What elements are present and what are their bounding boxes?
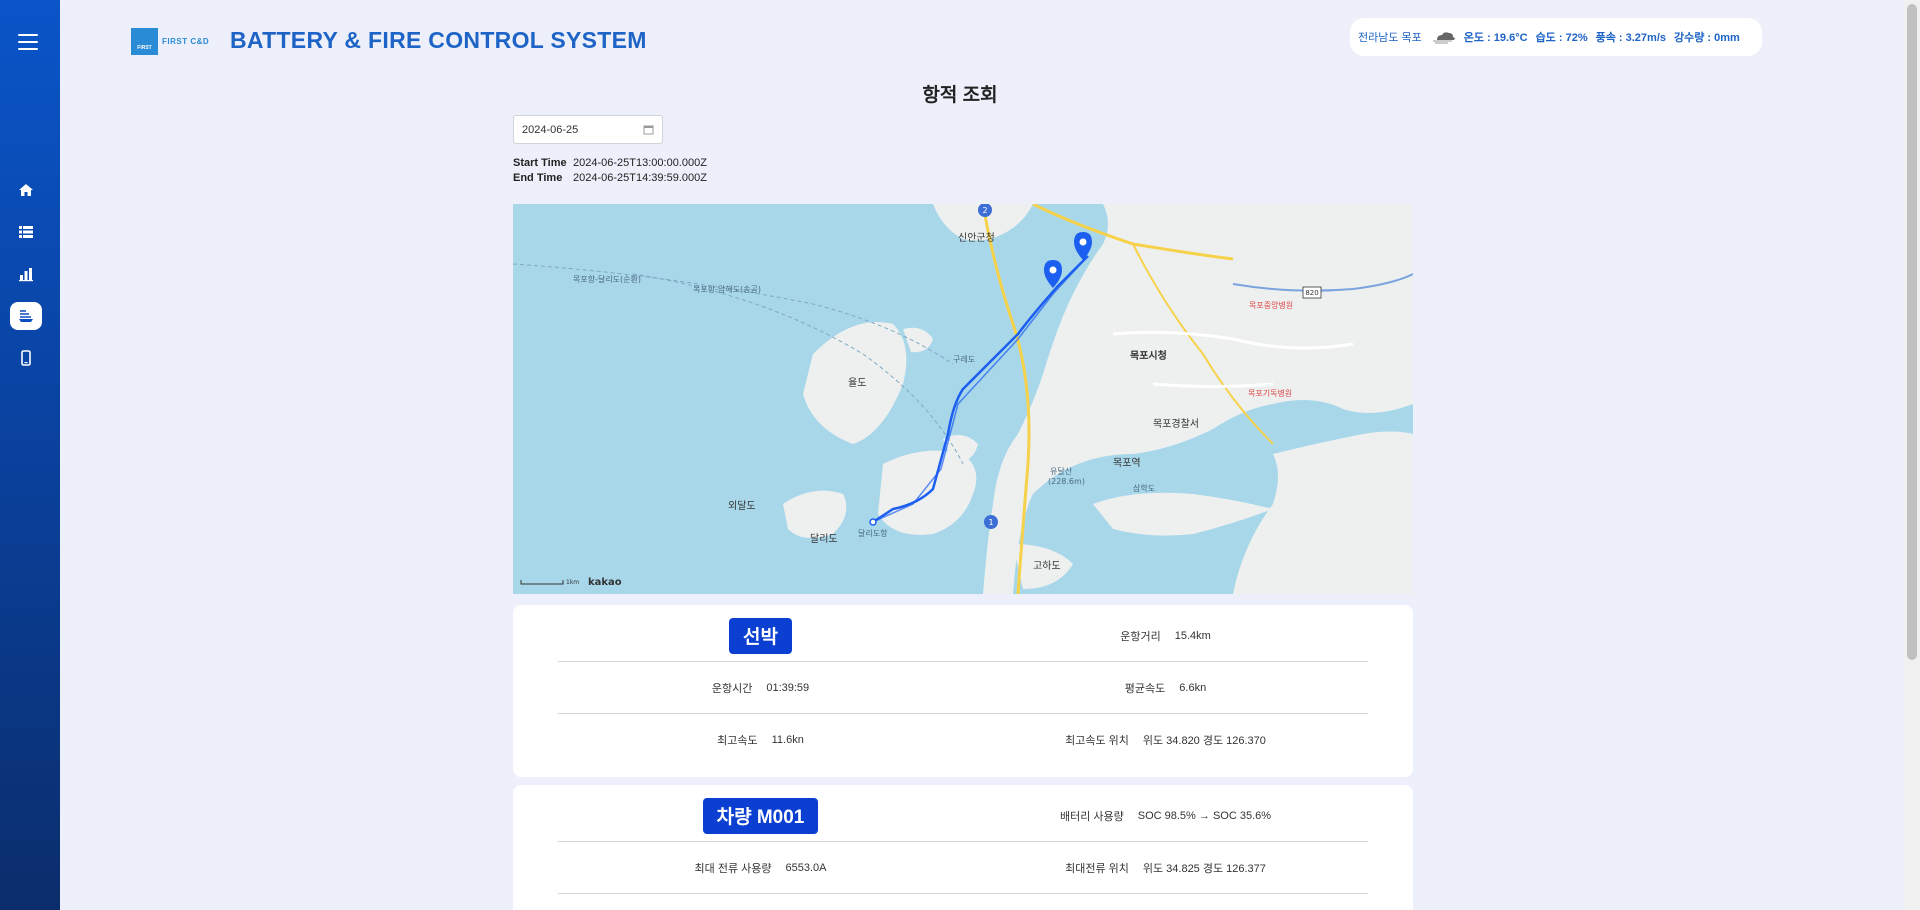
brand-logo: FIRST FIRST C&D [131,28,209,55]
vessel-row-2: 운항시간 01:39:59 평균속도 6.6kn [558,662,1368,714]
mobile-icon[interactable] [10,344,42,372]
map-label-mokpo-police: 목포경찰서 [1153,417,1199,430]
weather-location: 전라남도 목포 [1358,32,1422,44]
vehicle-badge: 차량 M001 [702,797,819,834]
avg-speed-label: 평균속도 [1124,682,1166,695]
time-value: 01:39:59 [766,681,810,694]
end-time-value: 2024-06-25T14:39:59.000Z [573,172,707,184]
map-label-hospital1: 목포중앙병원 [1249,300,1293,310]
vehicle-row-1: 차량 M001 배터리 사용량 SOC 98.5% → SOC 35.6% [558,790,1368,842]
road-badge-1: 1 [988,518,993,527]
page-scrollbar[interactable] [1904,0,1920,910]
time-range: Start Time 2024-06-25T13:00:00.000Z End T… [513,156,707,186]
max-current-pos-label: 최대전류 위치 [1065,862,1129,875]
map-label-route1: 목포항-달리도(순환) [573,274,641,284]
map-label-route2: 목포항-압해도(송공) [693,284,761,294]
weather-precipitation: 강수량 : 0mm [1674,32,1740,44]
route-end-marker[interactable] [869,518,877,526]
map-label-mokpo-station: 목포역 [1113,457,1141,469]
ship-route-icon[interactable] [10,302,42,330]
kakao-logo: kakao [588,577,622,588]
weather-humidity: 습도 : 72% [1535,32,1588,44]
map-label-dalri-port: 달리도항 [858,529,888,538]
road-badge-2: 2 [982,206,987,215]
brand-name: FIRST C&D [162,37,210,46]
weather-wind: 풍속 : 3.27m/s [1595,32,1666,44]
time-label: 운항시간 [711,682,753,695]
weather-panel: 전라남도 목포 온도 : 19.6°C 습도 : 72% 풍속 : 3.27m/… [1350,18,1762,56]
route-start-marker[interactable] [1074,232,1092,260]
page-title: 항적 조회 [922,85,998,106]
scrollbar-thumb[interactable] [1907,4,1917,660]
weather-temperature: 온도 : 19.6°C [1463,32,1528,44]
map-label-mokpo-city: 목포시청 [1130,349,1167,362]
max-current-pos-value: 위도 34.825 경도 126.377 [1142,862,1266,875]
map-scale: 1km [566,579,579,586]
brand-logo-mark: FIRST [131,28,158,55]
start-time-value: 2024-06-25T13:00:00.000Z [573,157,707,169]
menu-icon[interactable] [18,34,38,50]
max-speed-label: 최고속도 [717,735,758,747]
map-label-yudalsan: 유달산 [1050,466,1073,476]
cloud-wind-icon [1432,32,1455,44]
map-label-sinan: 신안군청 [958,232,995,244]
distance-value: 15.4km [1174,629,1211,642]
max-speed-pos-value: 위도 34.820 경도 126.370 [1142,735,1266,747]
max-speed-value: 11.6kn [771,734,804,746]
map-label-samhak: 삼학도 [1133,483,1155,493]
list-icon[interactable] [10,218,42,246]
max-current-value: 6553.0A [785,861,827,874]
map-label-hospital2: 목포기독병원 [1248,389,1292,398]
distance-label: 운항거리 [1120,630,1161,643]
battery-value: SOC 98.5% → SOC 35.6% [1137,809,1272,822]
map-label-gureung: 구레도 [953,355,975,364]
vessel-badge: 선박 [729,617,792,654]
calendar-icon[interactable] [643,124,654,135]
vehicle-row-2: 최대 전류 사용량 6553.0A 최대전류 위치 위도 34.825 경도 126… [558,842,1368,894]
home-icon[interactable] [10,176,42,204]
max-speed-pos-label: 최고속도 위치 [1065,735,1129,747]
vessel-card: 선박 운항거리 15.4km 운항시간 01:39:59 평균속도 6.6kn 최고속… [513,605,1413,777]
vessel-row-1: 선박 운항거리 15.4km [558,610,1368,662]
map-label-goha: 고하도 [1033,559,1061,572]
date-input-value: 2024-06-25 [522,123,579,136]
map-label-oeda: 외달도 [728,500,756,512]
map-label-dalri: 달리도 [810,533,838,545]
vehicle-card: 차량 M001 배터리 사용량 SOC 98.5% → SOC 35.6% 최대 … [513,785,1413,910]
vessel-row-3: 최고속도 11.6kn 최고속도 위치 위도 34.820 경도 126.370 [558,714,1368,766]
end-time-label: End Time [513,172,563,184]
sidebar [0,0,60,910]
app-title: BATTERY & FIRE CONTROL SYSTEM [230,27,647,53]
map-label-yudalsan-height: (228.6m) [1048,477,1085,486]
bar-chart-icon[interactable] [10,260,42,288]
road-badge-820: 820 [1305,289,1318,297]
battery-label: 배터리 사용량 [1059,810,1124,823]
max-current-label: 최대 전류 사용량 [694,862,772,875]
start-time-label: Start Time [513,157,567,169]
map-label-yuldo: 율도 [848,377,866,389]
route-map[interactable]: 2 1 820 신안군청 목포시청 목포경찰서 목포역 고하도 외달도 달리도 … [513,204,1413,594]
date-input[interactable]: 2024-06-25 [513,115,663,144]
avg-speed-value: 6.6kn [1179,681,1207,694]
